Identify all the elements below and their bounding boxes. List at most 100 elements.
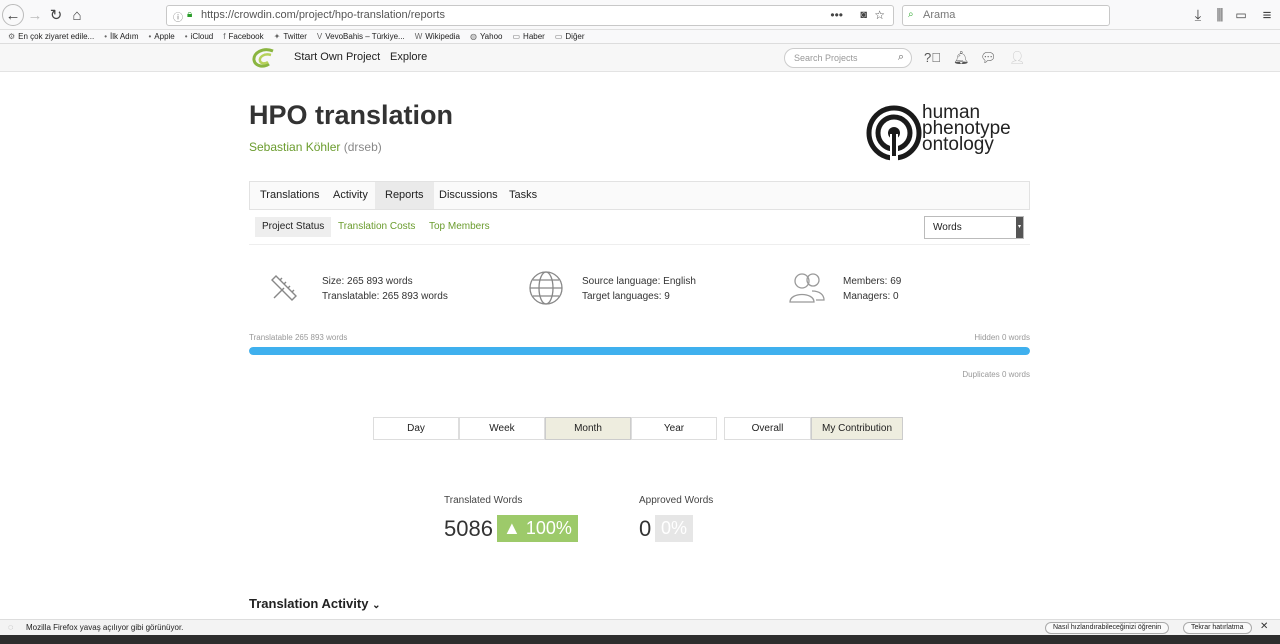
bookmark-item[interactable]: ⚙ En çok ziyaret edile... [8, 32, 94, 41]
bookmark-label: Apple [154, 32, 175, 41]
info-icon[interactable]: ⓘ [173, 9, 183, 24]
bookmark-item[interactable]: f Facebook [223, 32, 263, 41]
bookmark-item[interactable]: ✦ Twitter [274, 32, 307, 41]
stats-size: Size: 265 893 words Translatable: 265 89… [322, 274, 448, 304]
facebook-icon: f [223, 32, 226, 41]
subtab-translation-costs[interactable]: Translation Costs [331, 217, 422, 237]
period-month-button[interactable]: Month [545, 417, 631, 440]
globe-icon [529, 271, 563, 305]
scope-my-contribution-button[interactable]: My Contribution [811, 417, 903, 440]
project-tabs: Translations Activity Reports Discussion… [249, 181, 1030, 210]
bookmark-item[interactable]: W Wikipedia [415, 32, 460, 41]
members-text: Members: 69 [843, 276, 902, 287]
tab-tasks[interactable]: Tasks [499, 182, 547, 209]
back-icon[interactable]: ← [2, 4, 24, 26]
browser-search-input[interactable]: ⌕ Arama [902, 5, 1110, 26]
progress-right-label: Hidden 0 words [974, 333, 1030, 342]
approved-change-badge: 0% [655, 515, 694, 542]
translated-words-value: 5086 [444, 516, 493, 541]
site-header: Start Own Project Explore Search Project… [0, 44, 1280, 72]
library-icon[interactable]: ⫼ [1209, 4, 1231, 26]
v-icon: V [316, 32, 323, 41]
search-projects-placeholder: Search Projects [794, 53, 858, 63]
scope-overall-button[interactable]: Overall [724, 417, 811, 440]
more-icon[interactable]: ••• [830, 8, 843, 22]
bookmark-label: iCloud [190, 32, 214, 41]
bell-icon[interactable]: 🔔︎ [953, 50, 970, 66]
learn-how-button[interactable]: Nasıl hızlandırabileceğinizi öğrenin [1045, 622, 1170, 634]
stats-languages: Source language: English Target language… [582, 274, 696, 304]
search-icon: ⌕ [908, 9, 914, 20]
owner-name[interactable]: Sebastian Köhler [249, 140, 340, 154]
size-text: Size: 265 893 words [322, 276, 413, 287]
project-owner[interactable]: Sebastian Köhler (drseb) [249, 140, 382, 154]
forward-icon[interactable]: → [24, 4, 46, 26]
bookmark-item[interactable]: ▭ Haber [512, 32, 544, 41]
divider [249, 244, 1030, 245]
progress-bar [249, 347, 1030, 355]
folder-icon: ▭ [554, 32, 563, 41]
browser-notification-bar: ◌ Mozilla Firefox yavaş açılıyor gibi gö… [0, 619, 1280, 635]
translatable-text: Translatable: 265 893 words [322, 291, 448, 302]
translation-activity-heading[interactable]: Translation Activity ⌄ [249, 596, 380, 611]
period-week-button[interactable]: Week [459, 417, 545, 440]
bookmark-item[interactable]: V VevoBahis – Türkiye... [317, 32, 405, 41]
logo-line-3: ontology [922, 134, 994, 155]
approved-words-value: 0 [639, 516, 652, 541]
translated-change-badge: ▲ 100% [497, 515, 578, 542]
download-icon[interactable]: ⤓ [1187, 4, 1209, 26]
bookmark-label: Twitter [283, 32, 307, 41]
bookmark-label: En çok ziyaret edile... [18, 32, 95, 41]
progress-bar-fill [249, 347, 1030, 355]
home-icon[interactable]: ⌂ [66, 4, 88, 26]
bookmark-item[interactable]: • Apple [148, 32, 174, 41]
period-day-button[interactable]: Day [373, 417, 459, 440]
bookmark-label: Facebook [228, 32, 264, 41]
bookmark-item[interactable]: • iCloud [185, 32, 214, 41]
apple-icon: • [184, 32, 188, 41]
reload-icon[interactable]: ↻ [45, 4, 67, 26]
search-projects-input[interactable]: Search Projects ⌕ [784, 48, 912, 68]
unit-select[interactable]: Words ▾ [924, 216, 1024, 239]
help-icon[interactable]: ?⃝ [924, 50, 941, 65]
managers-text: Managers: 0 [843, 291, 899, 302]
search-placeholder: Arama [923, 9, 956, 21]
owner-handle: (drseb) [343, 140, 382, 154]
subtab-project-status[interactable]: Project Status [255, 217, 332, 237]
messages-icon[interactable]: 💬︎ [980, 50, 997, 66]
bookmark-item[interactable]: ◍ Yahoo [470, 32, 503, 41]
tab-discussions[interactable]: Discussions [429, 182, 508, 209]
bookmark-label: İlk Adım [110, 32, 139, 41]
browser-toolbar: ← → ↻ ⌂ ⓘ 🔒︎ https://crowdin.com/project… [0, 0, 1280, 30]
globe-icon: ◍ [469, 32, 477, 41]
period-year-button[interactable]: Year [631, 417, 717, 440]
chevron-down-icon: ⌄ [372, 600, 381, 611]
crowdin-logo[interactable] [251, 48, 275, 68]
pocket-icon[interactable]: ◙ [860, 9, 867, 21]
subtab-top-members[interactable]: Top Members [422, 217, 497, 237]
apple-icon: • [104, 32, 108, 41]
nav-explore[interactable]: Explore [390, 51, 427, 63]
apple-icon: • [148, 32, 152, 41]
user-avatar-icon[interactable]: 👤︎ [1009, 50, 1026, 66]
search-icon[interactable]: ⌕ [898, 51, 904, 64]
tab-activity[interactable]: Activity [323, 182, 378, 209]
close-icon[interactable]: ✕ [1260, 621, 1268, 632]
url-text: https://crowdin.com/project/hpo-translat… [201, 9, 445, 21]
stats-members: Members: 69 Managers: 0 [843, 274, 901, 304]
hpo-logo-text: human phenotype ontology [922, 103, 1011, 155]
tab-translations[interactable]: Translations [250, 182, 330, 209]
target-languages-text: Target languages: 9 [582, 291, 670, 302]
remind-later-button[interactable]: Tekrar hatırlatma [1183, 622, 1252, 634]
bookmark-item[interactable]: ▭ Diğer [555, 32, 585, 41]
progress-left-label: Translatable 265 893 words [249, 333, 348, 342]
members-icon [789, 273, 825, 303]
nav-start-own-project[interactable]: Start Own Project [294, 51, 380, 63]
source-language-text: Source language: English [582, 276, 696, 287]
sidebar-icon[interactable]: ▭ [1230, 4, 1252, 26]
url-bar[interactable]: ⓘ 🔒︎ https://crowdin.com/project/hpo-tra… [166, 5, 894, 26]
tab-reports[interactable]: Reports [375, 182, 434, 209]
star-icon[interactable]: ☆ [874, 8, 885, 22]
menu-icon[interactable]: ≡ [1256, 4, 1278, 26]
bookmark-item[interactable]: • İlk Adım [104, 32, 138, 41]
